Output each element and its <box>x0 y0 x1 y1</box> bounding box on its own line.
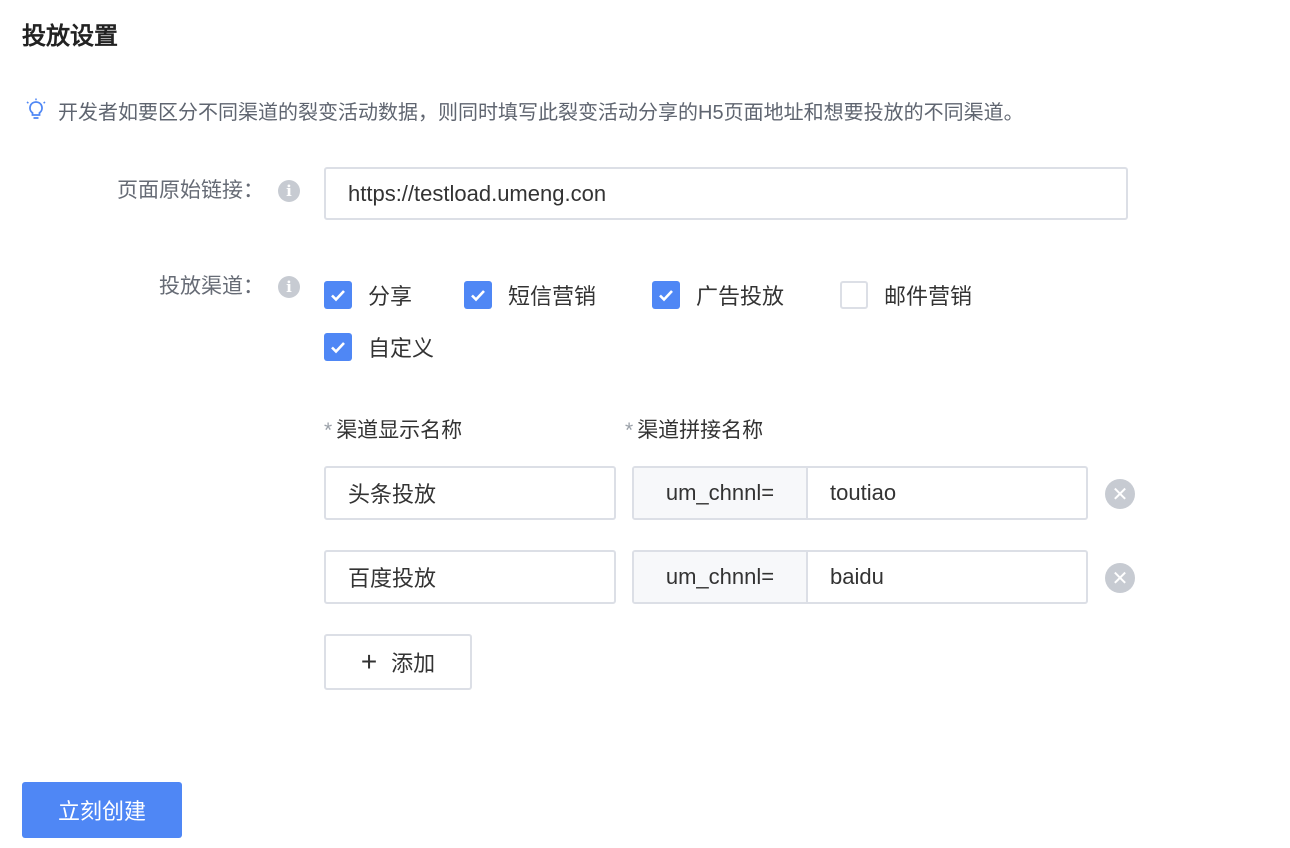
checkbox-sms-marketing[interactable]: 短信营销 <box>464 279 596 311</box>
channel-param-input-group: um_chnnl= baidu <box>632 550 1088 604</box>
section-title: 投放设置 <box>22 23 118 50</box>
required-mark: * <box>324 419 333 442</box>
channel-param-input-group: um_chnnl= toutiao <box>632 466 1088 520</box>
required-mark: * <box>625 419 634 442</box>
channels-label: 投放渠道： <box>159 275 264 298</box>
channel-param-prefix: um_chnnl= <box>634 468 808 518</box>
create-now-button[interactable]: 立刻创建 <box>22 782 182 838</box>
checkbox-label: 邮件营销 <box>884 284 973 309</box>
checkbox-checked-icon[interactable] <box>324 281 352 309</box>
checkbox-custom[interactable]: 自定义 <box>324 331 434 363</box>
checkbox-label: 短信营销 <box>508 284 597 309</box>
checkbox-share[interactable]: 分享 <box>324 279 412 311</box>
channel-param-input[interactable]: toutiao <box>808 468 1086 518</box>
checkbox-email-marketing[interactable]: 邮件营销 <box>840 279 972 311</box>
channels-info-icon[interactable]: i <box>278 276 300 298</box>
lightbulb-icon <box>26 98 46 119</box>
url-label: 页面原始链接： <box>117 179 264 202</box>
param-name-header: * 渠道拼接名称 <box>625 416 763 446</box>
add-channel-label: 添加 <box>391 651 436 676</box>
checkbox-checked-icon[interactable] <box>464 281 492 309</box>
remove-row-icon[interactable]: ✕ <box>1105 479 1135 509</box>
channel-display-name-input[interactable]: 百度投放 <box>324 550 616 604</box>
add-channel-button[interactable]: + 添加 <box>324 634 472 690</box>
checkbox-ad-placement[interactable]: 广告投放 <box>652 279 784 311</box>
checkbox-checked-icon[interactable] <box>324 333 352 361</box>
channel-param-input[interactable]: baidu <box>808 552 1086 602</box>
remove-row-icon[interactable]: ✕ <box>1105 563 1135 593</box>
checkbox-checked-icon[interactable] <box>652 281 680 309</box>
tip-row: 开发者如要区分不同渠道的裂变活动数据，则同时填写此裂变活动分享的H5页面地址和想… <box>24 92 1024 128</box>
tip-text: 开发者如要区分不同渠道的裂变活动数据，则同时填写此裂变活动分享的H5页面地址和想… <box>58 101 1024 124</box>
channel-param-prefix: um_chnnl= <box>634 552 808 602</box>
plus-icon: + <box>360 646 378 677</box>
display-name-header-text: 渠道显示名称 <box>336 419 463 442</box>
param-name-header-text: 渠道拼接名称 <box>637 419 764 442</box>
checkbox-label: 广告投放 <box>696 284 785 309</box>
checkbox-label: 自定义 <box>368 336 435 361</box>
url-input[interactable]: https://testload.umeng.con <box>324 167 1128 220</box>
url-info-icon[interactable]: i <box>278 180 300 202</box>
checkbox-unchecked-icon[interactable] <box>840 281 868 309</box>
channel-display-name-input[interactable]: 头条投放 <box>324 466 616 520</box>
display-name-header: * 渠道显示名称 <box>324 416 462 446</box>
checkbox-label: 分享 <box>368 284 413 309</box>
